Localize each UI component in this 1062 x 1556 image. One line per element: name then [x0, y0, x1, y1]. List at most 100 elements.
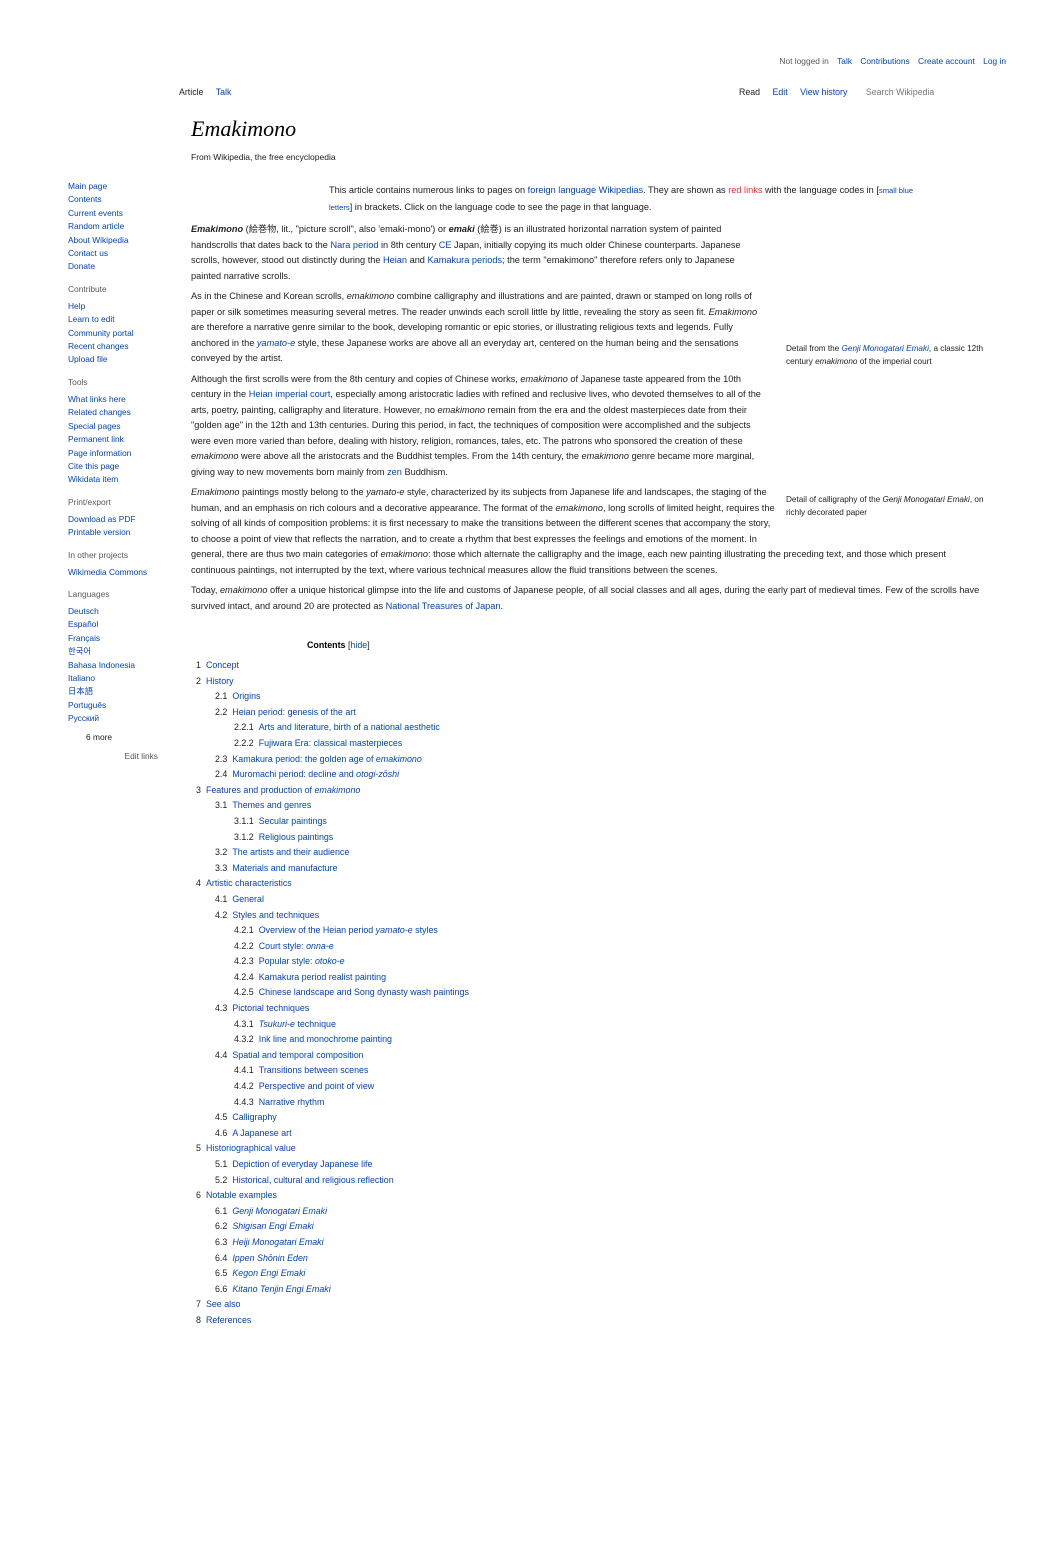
toc-item[interactable]: 3.1.2 Religious paintings	[191, 830, 469, 846]
sidebar-item-special-pages[interactable]: Special pages	[68, 420, 168, 433]
kamakura-periods-link[interactable]: Kamakura periods	[427, 255, 502, 265]
toc-item[interactable]: 2.3 Kamakura period: the golden age of em…	[191, 752, 469, 768]
sidebar-item-wikimedia-commons[interactable]: Wikimedia Commons	[68, 566, 168, 579]
toc-item[interactable]: 4.1 General	[191, 892, 469, 908]
toc-item[interactable]: 6.6 Kitano Tenjin Engi Emaki	[191, 1282, 469, 1298]
language-link-deutsch[interactable]: Deutsch	[68, 605, 168, 618]
toc-link[interactable]: Narrative rhythm	[259, 1097, 325, 1107]
contributions-link[interactable]: Contributions	[860, 56, 909, 66]
sidebar-item-main-page[interactable]: Main page	[68, 180, 168, 193]
toc-item[interactable]: 3.3 Materials and manufacture	[191, 861, 469, 877]
sidebar-item-related-changes[interactable]: Related changes	[68, 406, 168, 419]
tab-view-history[interactable]: View history	[800, 87, 847, 97]
toc-item[interactable]: 8 References	[191, 1313, 469, 1329]
toc-item[interactable]: 4.2 Styles and techniques	[191, 908, 469, 924]
toc-link[interactable]: Materials and manufacture	[232, 863, 337, 873]
language-link-espa-ol[interactable]: Español	[68, 618, 168, 631]
toc-link[interactable]: Artistic characteristics	[206, 878, 292, 888]
toc-link[interactable]: Shigisan Engi Emaki	[232, 1221, 313, 1231]
toc-item[interactable]: 7 See also	[191, 1297, 469, 1313]
toc-item[interactable]: 2 History	[191, 674, 469, 690]
toc-link[interactable]: Origins	[232, 691, 260, 701]
toc-item[interactable]: 4.2.4 Kamakura period realist painting	[191, 970, 469, 986]
toc-item[interactable]: 4.3 Pictorial techniques	[191, 1001, 469, 1017]
toc-item[interactable]: 5.2 Historical, cultural and religious re…	[191, 1173, 469, 1189]
national-treasures-link[interactable]: National Treasures of Japan	[386, 601, 501, 611]
toc-item[interactable]: 4.4.3 Narrative rhythm	[191, 1095, 469, 1111]
user-talk-link[interactable]: Talk	[837, 56, 852, 66]
toc-link[interactable]: Overview of the Heian period yamato-e st…	[259, 925, 438, 935]
red-links-example[interactable]: red links	[728, 185, 762, 195]
sidebar-item-permanent-link[interactable]: Permanent link	[68, 433, 168, 446]
sidebar-item-upload-file[interactable]: Upload file	[68, 353, 168, 366]
toc-link[interactable]: Arts and literature, birth of a national…	[259, 722, 440, 732]
toc-link[interactable]: Kamakura period: the golden age of emaki…	[232, 754, 421, 764]
sidebar-item-about-wikipedia[interactable]: About Wikipedia	[68, 234, 168, 247]
sidebar-item-wikidata-item[interactable]: Wikidata item	[68, 473, 168, 486]
toc-link[interactable]: Kegon Engi Emaki	[232, 1268, 305, 1278]
sidebar-item-contents[interactable]: Contents	[68, 193, 168, 206]
toc-link[interactable]: The artists and their audience	[232, 847, 349, 857]
sidebar-item-page-information[interactable]: Page information	[68, 447, 168, 460]
toc-link[interactable]: Historiographical value	[206, 1143, 296, 1153]
sidebar-item-current-events[interactable]: Current events	[68, 207, 168, 220]
toc-link[interactable]: Heiji Monogatari Emaki	[232, 1237, 323, 1247]
sidebar-item-what-links-here[interactable]: What links here	[68, 393, 168, 406]
tab-edit[interactable]: Edit	[772, 87, 787, 97]
toc-link[interactable]: Notable examples	[206, 1190, 277, 1200]
ce-link[interactable]: CE	[439, 240, 452, 250]
toc-item[interactable]: 6.2 Shigisan Engi Emaki	[191, 1219, 469, 1235]
sidebar-item-download-as-pdf[interactable]: Download as PDF	[68, 513, 168, 526]
toc-link[interactable]: Fujiwara Era: classical masterpieces	[259, 738, 403, 748]
tab-read[interactable]: Read	[739, 87, 760, 97]
tab-article[interactable]: Article	[179, 87, 203, 97]
toc-item[interactable]: 6.1 Genji Monogatari Emaki	[191, 1204, 469, 1220]
toc-item[interactable]: 6.4 Ippen Shōnin Eden	[191, 1251, 469, 1267]
toc-link[interactable]: Historical, cultural and religious refle…	[232, 1175, 393, 1185]
toc-item[interactable]: 4 Artistic characteristics	[191, 876, 469, 892]
genji-monogatari-emaki-link[interactable]: Genji Monogatari Emaki	[842, 344, 929, 353]
toc-item[interactable]: 4.2.5 Chinese landscape and Song dynasty …	[191, 985, 469, 1001]
heian-link[interactable]: Heian	[383, 255, 407, 265]
more-languages-button[interactable]: 6 more	[86, 732, 168, 742]
toc-item[interactable]: 6.5 Kegon Engi Emaki	[191, 1266, 469, 1282]
toc-link[interactable]: Perspective and point of view	[259, 1081, 374, 1091]
language-link-3[interactable]: 한국어	[68, 645, 168, 658]
toc-link[interactable]: Spatial and temporal composition	[232, 1050, 363, 1060]
toc-link[interactable]: Heian period: genesis of the art	[232, 707, 355, 717]
toc-link[interactable]: A Japanese art	[232, 1128, 291, 1138]
toc-item[interactable]: 5 Historiographical value	[191, 1141, 469, 1157]
create-account-link[interactable]: Create account	[918, 56, 975, 66]
language-link-italiano[interactable]: Italiano	[68, 672, 168, 685]
toc-link[interactable]: Muromachi period: decline and otogi-zōsh…	[232, 769, 399, 779]
toc-link[interactable]: Religious paintings	[259, 832, 334, 842]
heian-imperial-court-link[interactable]: Heian imperial court	[249, 389, 331, 399]
toc-link[interactable]: Ippen Shōnin Eden	[232, 1253, 308, 1263]
toc-item[interactable]: 4.4.2 Perspective and point of view	[191, 1079, 469, 1095]
toc-link[interactable]: Kitano Tenjin Engi Emaki	[232, 1284, 330, 1294]
toc-link[interactable]: Secular paintings	[259, 816, 327, 826]
toc-item[interactable]: 4.2.1 Overview of the Heian period yamato…	[191, 923, 469, 939]
log-in-link[interactable]: Log in	[983, 56, 1006, 66]
toc-link[interactable]: Features and production of emakimono	[206, 785, 360, 795]
toc-link[interactable]: Themes and genres	[232, 800, 311, 810]
toc-item[interactable]: 6 Notable examples	[191, 1188, 469, 1204]
toc-link[interactable]: Kamakura period realist painting	[259, 972, 386, 982]
toc-item[interactable]: 4.3.1 Tsukuri-e technique	[191, 1017, 469, 1033]
toc-item[interactable]: 4.5 Calligraphy	[191, 1110, 469, 1126]
toc-link[interactable]: Depiction of everyday Japanese life	[232, 1159, 372, 1169]
toc-item[interactable]: 5.1 Depiction of everyday Japanese life	[191, 1157, 469, 1173]
sidebar-item-contact-us[interactable]: Contact us	[68, 247, 168, 260]
search-input[interactable]: Search Wikipedia	[866, 87, 934, 97]
toc-toggle[interactable]: [hide]	[348, 640, 370, 650]
toc-link[interactable]: Ink line and monochrome painting	[259, 1034, 392, 1044]
toc-item[interactable]: 4.2.3 Popular style: otoko-e	[191, 954, 469, 970]
toc-item[interactable]: 3.1 Themes and genres	[191, 798, 469, 814]
toc-item[interactable]: 4.6 A Japanese art	[191, 1126, 469, 1142]
toc-item[interactable]: 2.1 Origins	[191, 689, 469, 705]
sidebar-item-cite-this-page[interactable]: Cite this page	[68, 460, 168, 473]
toc-hide-link[interactable]: hide	[350, 640, 367, 650]
toc-item[interactable]: 3 Features and production of emakimono	[191, 783, 469, 799]
toc-link[interactable]: Pictorial techniques	[232, 1003, 309, 1013]
toc-link[interactable]: Styles and techniques	[232, 910, 319, 920]
